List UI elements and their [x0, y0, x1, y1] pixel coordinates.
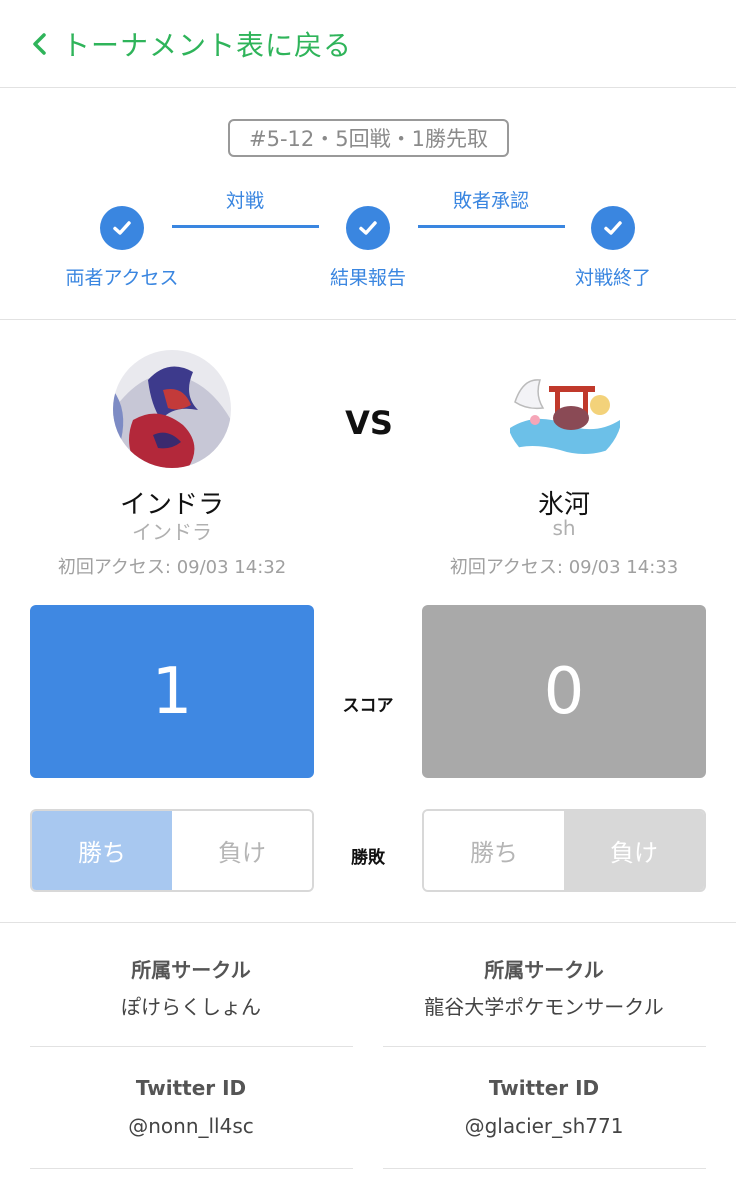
player-subname: インドラ: [132, 520, 212, 544]
twitter-label: Twitter ID: [135, 1076, 247, 1100]
row-divider: [383, 1046, 706, 1047]
result-toggle-player-1: 勝ち 負け: [30, 809, 314, 892]
circle-value: ぽけらくしょん: [121, 995, 261, 1019]
avatar: [113, 350, 231, 468]
step-check-icon: [346, 206, 390, 250]
step-link-label-battle: 対戦: [225, 190, 265, 212]
lose-button[interactable]: 負け: [172, 811, 312, 890]
first-access-time: 初回アクセス: 09/03 14:33: [449, 557, 679, 578]
circle-label: 所属サークル: [131, 958, 251, 982]
match-progress: #5-12・5回戦・1勝先取 対戦 敗者承認 両者アクセス 結果報告 対戦終了: [0, 88, 736, 320]
round-badge: #5-12・5回戦・1勝先取: [228, 119, 509, 157]
win-button[interactable]: 勝ち: [424, 811, 564, 890]
step-connector: [418, 225, 565, 228]
vs-label: VS: [345, 404, 393, 442]
back-to-tournament-link[interactable]: トーナメント表に戻る: [0, 0, 736, 88]
chevron-left-icon: [33, 32, 46, 55]
step-label-result-report: 結果報告: [329, 267, 407, 289]
step-label-both-access: 両者アクセス: [65, 267, 179, 289]
row-divider: [30, 1046, 353, 1047]
step-link-label-loser-approval: 敗者承認: [452, 190, 530, 212]
back-label: トーナメント表に戻る: [62, 28, 353, 62]
avatar: [505, 350, 623, 468]
win-button[interactable]: 勝ち: [32, 811, 172, 890]
step-check-icon: [100, 206, 144, 250]
row-divider: [383, 1168, 706, 1169]
twitter-label: Twitter ID: [488, 1076, 600, 1100]
row-divider: [30, 1168, 353, 1169]
result-toggle-player-2: 勝ち 負け: [422, 809, 706, 892]
result-label: 勝敗: [351, 848, 385, 868]
score-player-2[interactable]: 0: [422, 605, 706, 778]
score-label: スコア: [342, 696, 394, 716]
step-connector: [172, 225, 319, 228]
player-subname: sh: [552, 516, 576, 540]
twitter-id[interactable]: @glacier_sh771: [465, 1114, 624, 1138]
step-check-icon: [591, 206, 635, 250]
section-divider: [0, 922, 736, 923]
score-player-1[interactable]: 1: [30, 605, 314, 778]
step-label-match-end: 対戦終了: [574, 267, 652, 289]
circle-label: 所属サークル: [484, 958, 604, 982]
first-access-time: 初回アクセス: 09/03 14:32: [57, 557, 287, 578]
twitter-id[interactable]: @nonn_ll4sc: [128, 1114, 254, 1138]
circle-value: 龍谷大学ポケモンサークル: [424, 995, 664, 1019]
lose-button[interactable]: 負け: [564, 811, 704, 890]
